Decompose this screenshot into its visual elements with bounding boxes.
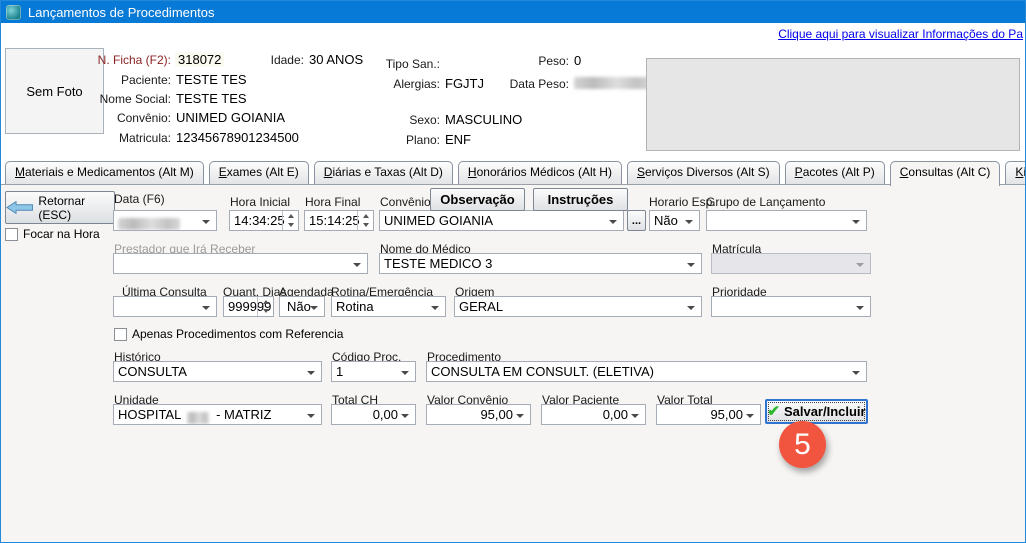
check-icon: ✔ (767, 404, 780, 419)
procedimento-combo[interactable]: CONSULTA EM CONSULT. (ELETIVA) (426, 361, 867, 382)
tab-bar: Materiais e Medicamentos (Alt M) Exames … (5, 161, 1026, 184)
nome-social-value: TESTE TES (176, 91, 247, 106)
convenio-header-label: Convênio: (61, 111, 171, 125)
plano-value: ENF (445, 132, 471, 147)
data-f6-label: Data (F6) (114, 192, 165, 206)
tab-consultas[interactable]: Consultas (Alt C) (890, 161, 1001, 186)
quant-dias-down[interactable] (258, 307, 273, 317)
data-f6-combo[interactable] (113, 210, 217, 231)
focar-na-hora-label: Focar na Hora (23, 227, 100, 241)
sexo-label: Sexo: (340, 113, 440, 127)
window-title: Lançamentos de Procedimentos (28, 5, 214, 20)
data-peso-redacted-value (574, 77, 652, 89)
idade-label: Idade: (214, 53, 304, 67)
ultima-consulta-combo[interactable] (113, 296, 217, 317)
matricula-header-value: 12345678901234500 (176, 130, 299, 145)
convenio-combo[interactable]: UNIMED GOIANIA (379, 210, 624, 231)
matricula-header-label: Matricula: (61, 131, 171, 145)
prioridade-combo[interactable] (711, 296, 871, 317)
tipo-san-label: Tipo San.: (340, 57, 440, 71)
tab-honorarios[interactable]: Honorários Médicos (Alt H) (458, 161, 622, 184)
instrucoes-button[interactable]: Instruções (533, 188, 628, 211)
matricula-combo (711, 253, 871, 274)
sexo-value: MASCULINO (445, 112, 522, 127)
hora-final-up[interactable] (358, 211, 373, 221)
title-bar: Lançamentos de Procedimentos (1, 1, 1025, 23)
alergias-label: Alergias: (340, 77, 440, 91)
tab-diarias[interactable]: Diárias e Taxas (Alt D) (314, 161, 453, 184)
tab-pacotes[interactable]: Pacotes (Alt P) (785, 161, 885, 184)
apenas-referencia-row: Apenas Procedimentos com Referencia (114, 327, 343, 341)
observacao-button[interactable]: Observação (430, 188, 525, 211)
focar-na-hora-checkbox[interactable] (5, 228, 18, 241)
ficha-label: N. Ficha (F2): (61, 53, 171, 67)
paciente-value: TESTE TES (176, 72, 247, 87)
grupo-lancamento-label: Grupo de Lançamento (706, 195, 825, 209)
salvar-incluir-label: Salvar/Incluir (784, 404, 866, 419)
salvar-incluir-button[interactable]: ✔ Salvar/Incluir (765, 399, 868, 424)
nome-social-label: Nome Social: (61, 92, 171, 106)
focar-na-hora-row: Focar na Hora (5, 227, 100, 241)
data-peso-label: Data Peso: (489, 77, 569, 91)
agendada-combo[interactable]: Não (279, 296, 325, 317)
hora-inicial-up[interactable] (283, 211, 298, 221)
patient-extra-panel (646, 58, 1020, 151)
codigo-proc-combo[interactable]: 1 (331, 361, 416, 382)
convenio-header-value: UNIMED GOIANIA (176, 110, 285, 125)
convenio-label: Convênio (380, 195, 431, 209)
nome-medico-combo[interactable]: TESTE MEDICO 3 (379, 253, 702, 274)
peso-value: 0 (574, 53, 581, 68)
hora-inicial-spinner[interactable]: 14:34:25 (229, 210, 299, 231)
valor-total-combo[interactable]: 95,00 (656, 404, 761, 425)
hora-inicial-down[interactable] (283, 221, 298, 231)
alergias-value: FGJTJ (445, 76, 484, 91)
tab-exames[interactable]: Exames (Alt E) (209, 161, 309, 184)
procedures-window: Lançamentos de Procedimentos Clique aqui… (0, 0, 1026, 543)
apenas-referencia-label: Apenas Procedimentos com Referencia (132, 327, 343, 341)
hora-final-spinner[interactable]: 15:14:25 (304, 210, 374, 231)
paciente-label: Paciente: (61, 73, 171, 87)
grupo-lancamento-combo[interactable] (706, 210, 867, 231)
retornar-button[interactable]: Retornar (ESC) (5, 191, 115, 224)
step-5-annotation-badge: 5 (779, 421, 826, 468)
tab-kits[interactable]: Kits (Alt K) (1005, 161, 1026, 184)
peso-label: Peso: (489, 54, 569, 68)
quant-dias-up[interactable] (258, 297, 273, 307)
origem-combo[interactable]: GERAL (454, 296, 702, 317)
apenas-referencia-checkbox[interactable] (114, 328, 127, 341)
historico-combo[interactable]: CONSULTA (113, 361, 322, 382)
convenio-ellipsis-button[interactable]: ... (627, 210, 646, 231)
data-f6-redacted-value (118, 218, 180, 230)
back-arrow-icon (6, 200, 33, 215)
hora-inicial-label: Hora Inicial (230, 195, 290, 209)
patient-info-link[interactable]: Clique aqui para visualizar Informações … (778, 27, 1023, 41)
valor-paciente-combo[interactable]: 0,00 (541, 404, 646, 425)
app-icon (6, 5, 21, 20)
total-ch-combo[interactable]: 0,00 (331, 404, 416, 425)
tab-servicos[interactable]: Serviços Diversos (Alt S) (627, 161, 780, 184)
hora-final-label: Hora Final (305, 195, 360, 209)
unidade-combo[interactable]: HOSPITAL - MATRIZ (113, 404, 322, 425)
horario-esp-combo[interactable]: Não (649, 210, 700, 231)
unidade-redacted-part (187, 412, 209, 424)
plano-label: Plano: (340, 133, 440, 147)
valor-convenio-combo[interactable]: 95,00 (426, 404, 531, 425)
link-strip: Clique aqui para visualizar Informações … (1, 23, 1025, 43)
rotina-emergencia-combo[interactable]: Rotina (331, 296, 446, 317)
hora-final-down[interactable] (358, 221, 373, 231)
prestador-combo[interactable] (113, 253, 368, 274)
tab-materiais[interactable]: Materiais e Medicamentos (Alt M) (5, 161, 204, 184)
retornar-label: Retornar (ESC) (38, 194, 114, 222)
quant-dias-spinner[interactable]: 999999 (223, 296, 274, 317)
